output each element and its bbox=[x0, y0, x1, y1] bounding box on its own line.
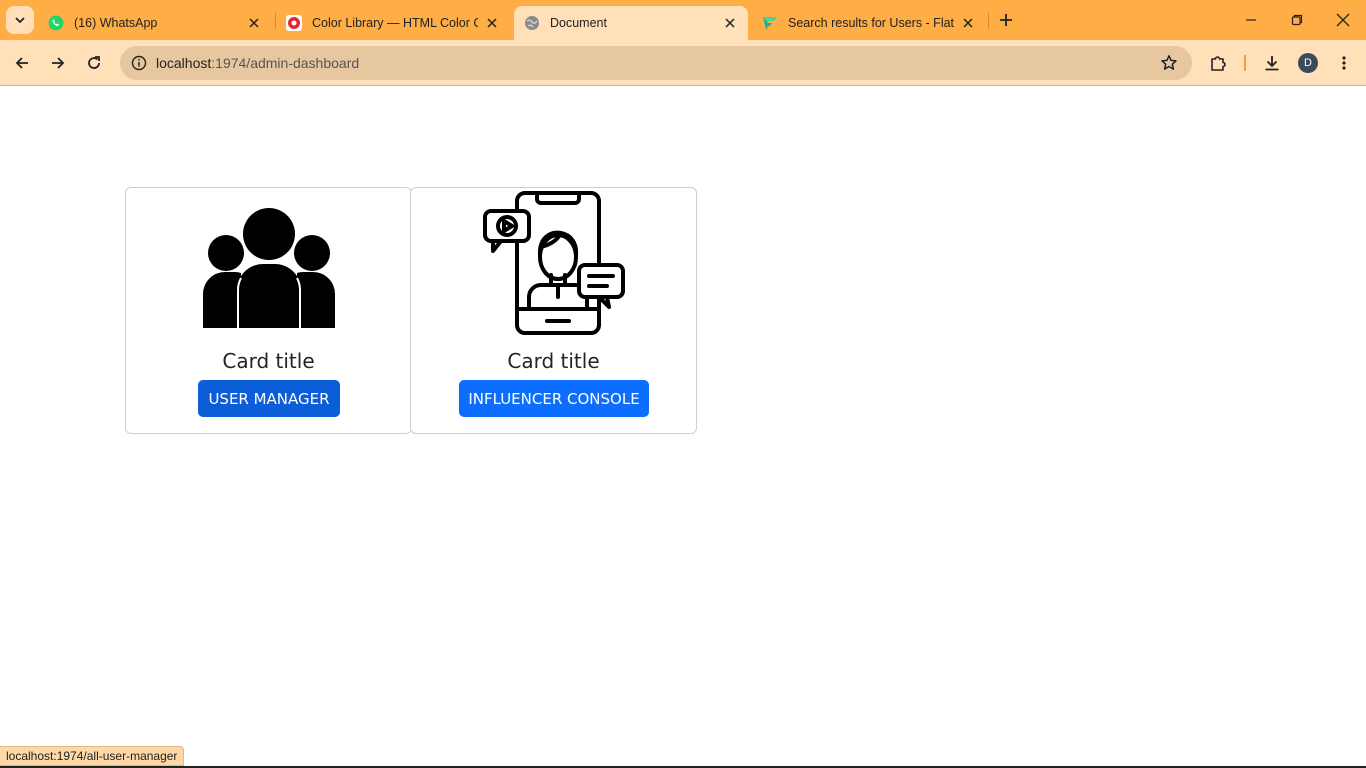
card-title: Card title bbox=[507, 349, 600, 373]
tab-title: (16) WhatsApp bbox=[74, 16, 158, 30]
card-image bbox=[126, 188, 411, 338]
toolbar-divider bbox=[1244, 55, 1246, 71]
address-bar[interactable]: localhost:1974/admin-dashboard bbox=[120, 46, 1192, 80]
tab-document[interactable]: Document bbox=[514, 6, 748, 40]
user-manager-button[interactable]: USER MANAGER bbox=[198, 380, 340, 417]
restore-icon bbox=[1291, 14, 1303, 26]
tab-separator bbox=[988, 13, 989, 29]
globe-icon bbox=[524, 15, 540, 31]
tab-whatsapp[interactable]: (16) WhatsApp bbox=[38, 6, 272, 40]
card-image bbox=[411, 188, 696, 338]
minimize-icon bbox=[1246, 19, 1256, 21]
status-bar-url: localhost:1974/all-user-manager bbox=[0, 746, 185, 766]
tab-title: Search results for Users - Flatic bbox=[788, 16, 954, 30]
avatar: D bbox=[1298, 53, 1318, 73]
users-group-icon bbox=[202, 208, 335, 328]
more-vert-icon bbox=[1342, 56, 1346, 70]
close-icon[interactable] bbox=[246, 15, 262, 31]
close-icon[interactable] bbox=[484, 15, 500, 31]
card-user-manager: Card title USER MANAGER bbox=[125, 187, 412, 434]
bookmark-star-icon[interactable] bbox=[1160, 54, 1178, 72]
chevron-down-icon bbox=[15, 17, 25, 24]
url-host: localhost bbox=[156, 55, 212, 71]
close-icon bbox=[1336, 13, 1350, 27]
forward-button[interactable] bbox=[43, 48, 73, 78]
flaticon-icon bbox=[762, 15, 778, 31]
tab-search-button[interactable] bbox=[6, 6, 34, 34]
reload-button[interactable] bbox=[79, 48, 109, 78]
close-icon[interactable] bbox=[722, 15, 738, 31]
color-library-icon bbox=[286, 15, 302, 31]
url-text[interactable]: localhost:1974/admin-dashboard bbox=[156, 55, 359, 71]
tab-title: Color Library — HTML Color Co bbox=[312, 16, 478, 30]
menu-button[interactable] bbox=[1329, 48, 1359, 78]
download-icon bbox=[1265, 56, 1279, 71]
tab-color-library[interactable]: Color Library — HTML Color Co bbox=[276, 6, 510, 40]
downloads-button[interactable] bbox=[1257, 48, 1287, 78]
minimize-button[interactable] bbox=[1228, 0, 1274, 40]
profile-button[interactable]: D bbox=[1293, 48, 1323, 78]
whatsapp-icon bbox=[48, 15, 64, 31]
tab-strip: (16) WhatsApp Color Library — HTML Color… bbox=[0, 0, 1366, 40]
site-info-icon[interactable] bbox=[122, 46, 156, 80]
extensions-button[interactable] bbox=[1203, 48, 1233, 78]
puzzle-icon bbox=[1211, 56, 1226, 71]
influencer-console-button[interactable]: INFLUENCER CONSOLE bbox=[459, 380, 649, 417]
page-content: Card title USER MANAGER Card title INFLU… bbox=[0, 87, 1366, 768]
influencer-phone-icon bbox=[482, 191, 625, 335]
card-title: Card title bbox=[222, 349, 315, 373]
new-tab-button[interactable] bbox=[994, 8, 1018, 32]
browser-toolbar: localhost:1974/admin-dashboard D bbox=[0, 40, 1366, 86]
back-button[interactable] bbox=[7, 48, 37, 78]
plus-icon bbox=[1000, 14, 1012, 26]
arrow-right-icon bbox=[52, 57, 65, 69]
card-influencer-console: Card title INFLUENCER CONSOLE bbox=[410, 187, 697, 434]
close-icon[interactable] bbox=[960, 15, 976, 31]
reload-icon bbox=[88, 56, 100, 69]
close-window-button[interactable] bbox=[1320, 0, 1366, 40]
arrow-left-icon bbox=[15, 57, 28, 69]
url-path: :1974/admin-dashboard bbox=[211, 55, 360, 71]
restore-button[interactable] bbox=[1274, 0, 1320, 40]
tab-title: Document bbox=[550, 16, 607, 30]
tab-flaticon[interactable]: Search results for Users - Flatic bbox=[752, 6, 986, 40]
